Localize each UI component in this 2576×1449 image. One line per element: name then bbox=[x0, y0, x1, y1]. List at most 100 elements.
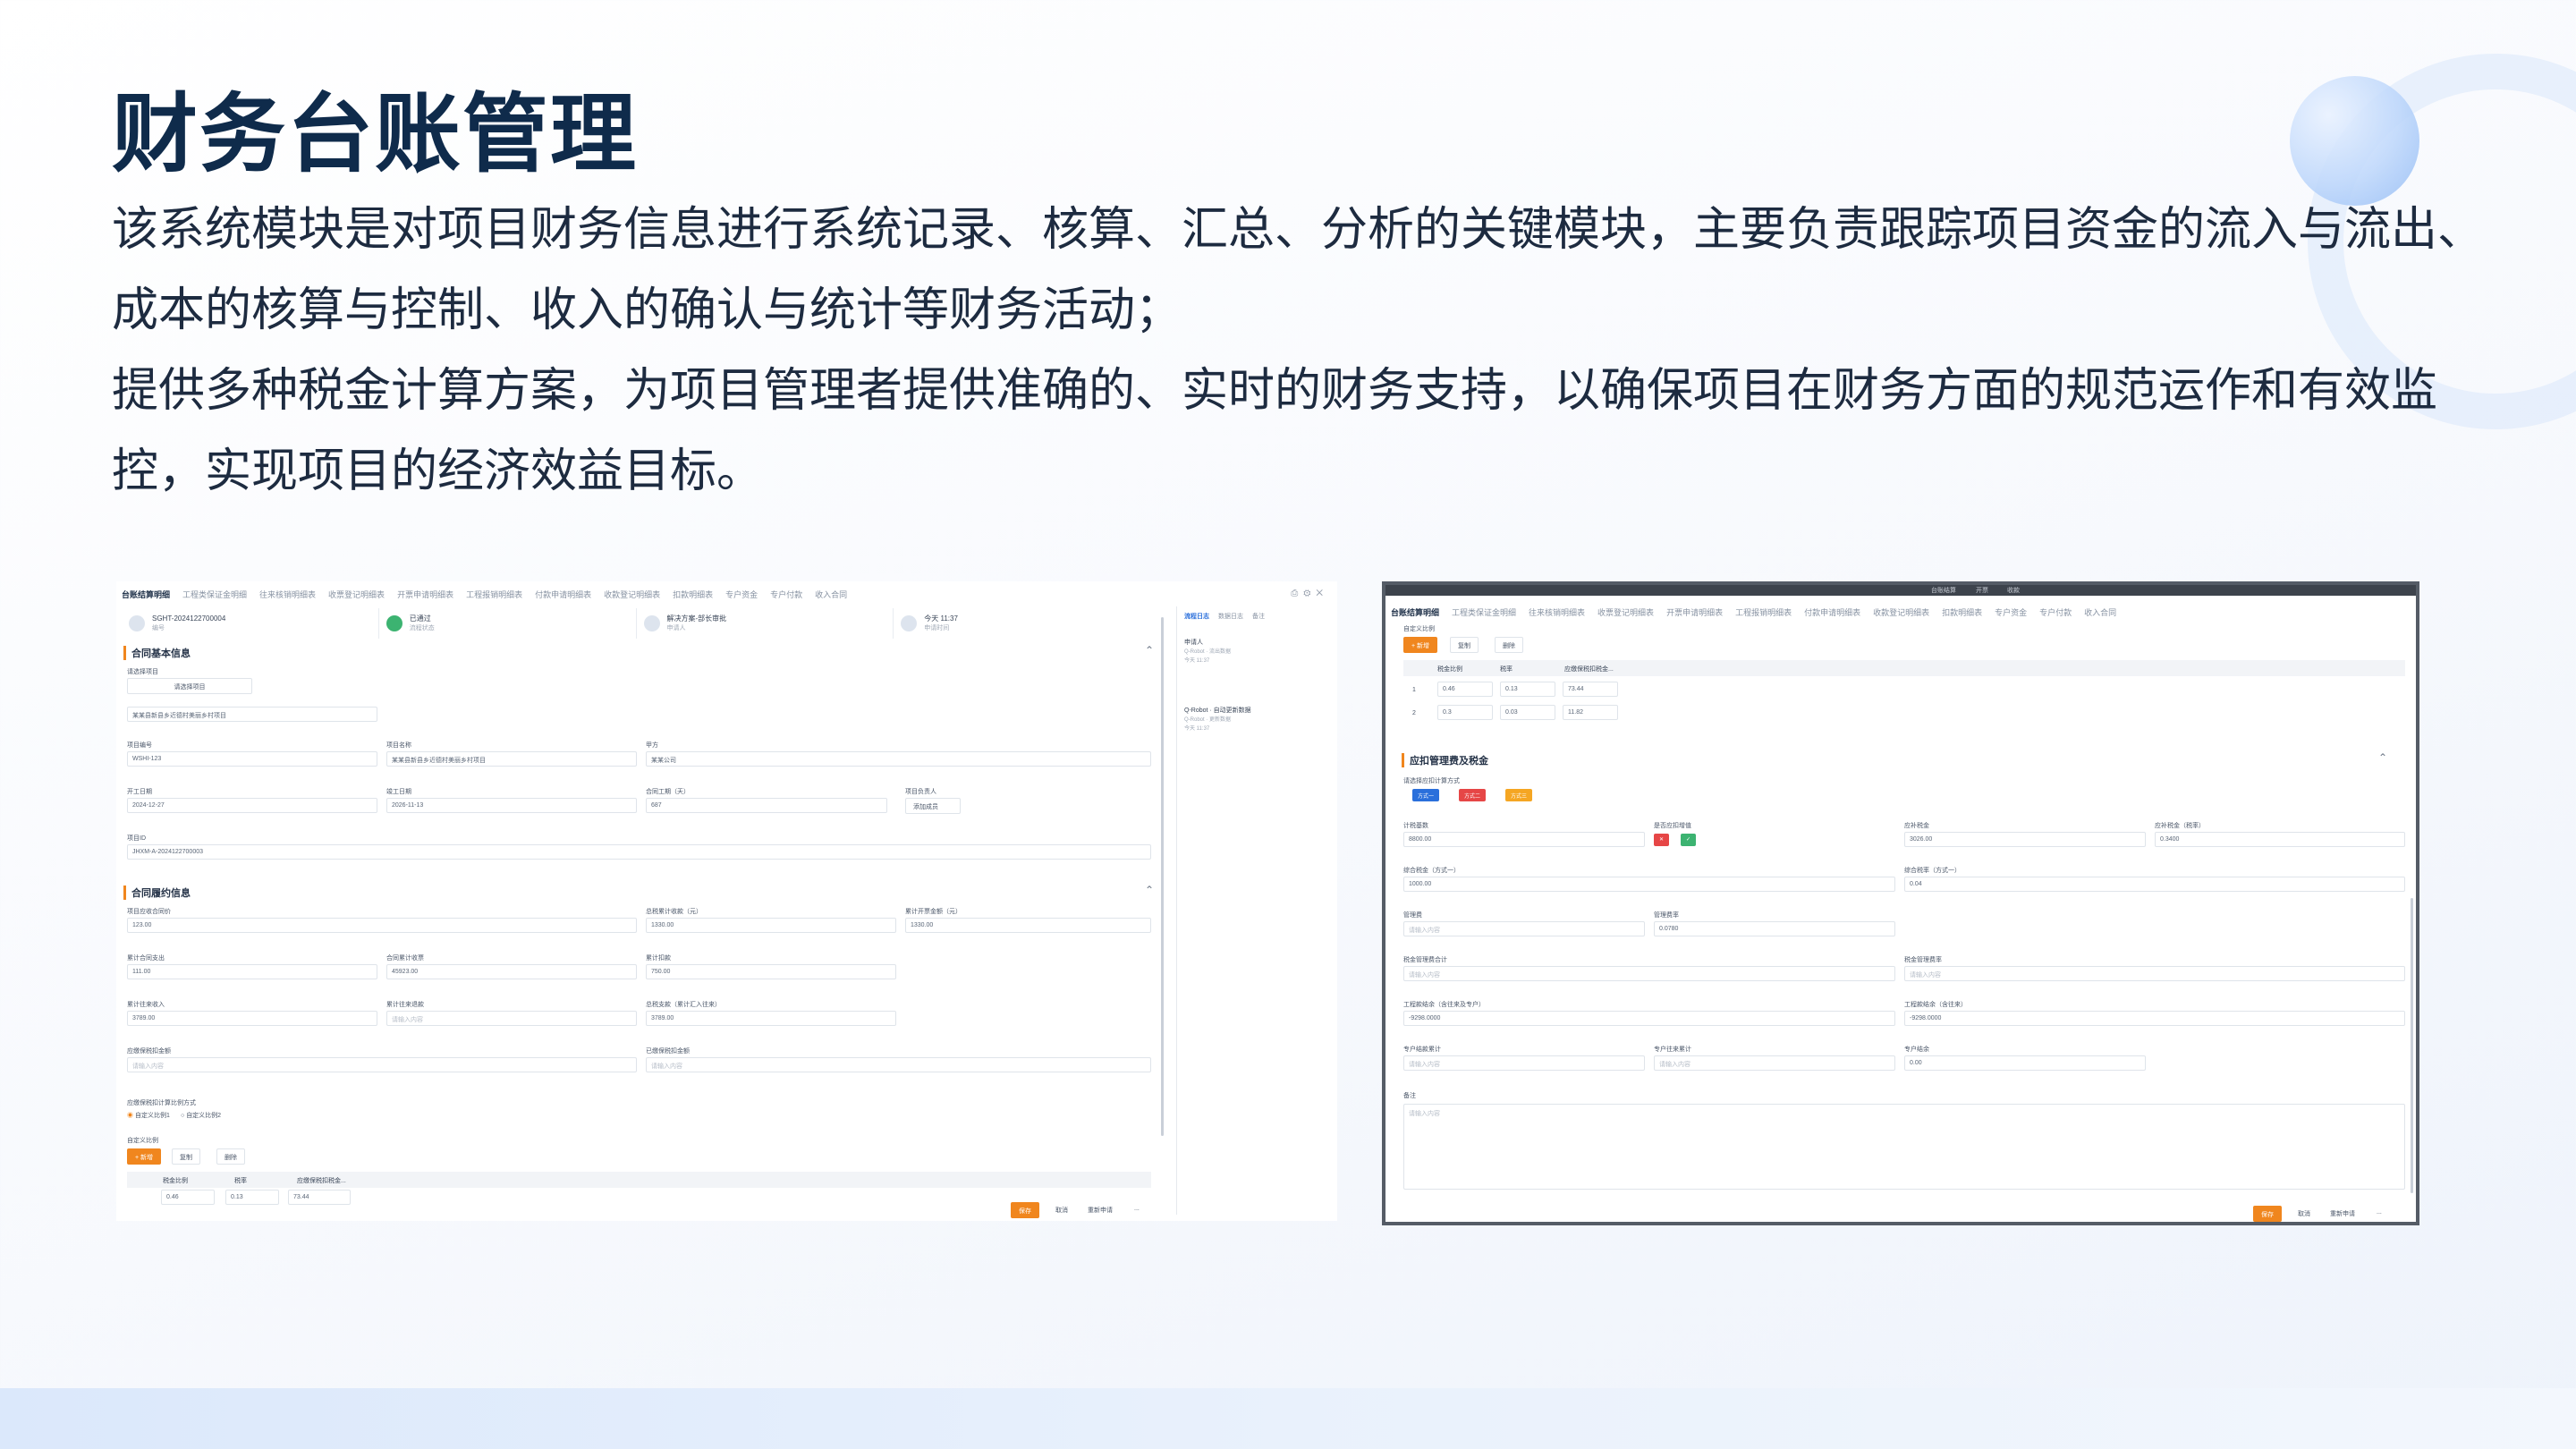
table-cell-rate[interactable]: 0.13 bbox=[225, 1190, 279, 1205]
income-field[interactable]: 3789.00 bbox=[127, 1011, 377, 1026]
left-tab[interactable]: 台账结算明细 bbox=[122, 589, 170, 605]
table-cell-amount[interactable]: 73.44 bbox=[288, 1190, 351, 1205]
end-date-field[interactable]: 2026-11-13 bbox=[386, 798, 637, 813]
deduct-field[interactable]: 750.00 bbox=[646, 964, 896, 979]
left-tab[interactable]: 专户资金 bbox=[725, 589, 758, 605]
add-member-button[interactable]: 添加成员 bbox=[905, 798, 961, 814]
right-tab[interactable]: 扣款明细表 bbox=[1942, 606, 1982, 623]
copy-button[interactable]: 复制 bbox=[1450, 637, 1479, 653]
field-input[interactable]: 0.00 bbox=[1904, 1055, 2146, 1071]
top-tab[interactable]: 开票 bbox=[1976, 586, 1988, 595]
right-tab[interactable]: 专户资金 bbox=[1995, 606, 2027, 623]
field-input[interactable]: 请输入内容 bbox=[1904, 966, 2405, 981]
select-project-button[interactable]: 请选择项目 bbox=[127, 678, 252, 694]
right-tab[interactable]: 开票申请明细表 bbox=[1666, 606, 1723, 623]
top-tab[interactable]: 收款 bbox=[2007, 586, 2020, 595]
left-tab[interactable]: 往来核销明细表 bbox=[259, 589, 316, 605]
cumulative-field[interactable]: 1330.00 bbox=[905, 918, 1151, 933]
right-tab[interactable]: 收款登记明细表 bbox=[1873, 606, 1929, 623]
table-cell-rate[interactable]: 0.03 bbox=[1500, 705, 1555, 720]
save-button[interactable]: 保存 bbox=[2253, 1206, 2282, 1222]
field-input[interactable]: 请输入内容 bbox=[1403, 966, 1895, 981]
toggle-no[interactable]: ✕ bbox=[1654, 834, 1670, 846]
party-a-field[interactable]: 某某公司 bbox=[646, 751, 1151, 767]
method-tag[interactable]: 方式一 bbox=[1412, 789, 1440, 801]
project-desc-field[interactable]: 某某县新县乡近德村美丽乡村项目 bbox=[127, 707, 377, 722]
add-button[interactable]: + 新增 bbox=[127, 1148, 162, 1165]
table-cell-ratio[interactable]: 0.46 bbox=[1437, 682, 1493, 697]
project-no-field[interactable]: WSHI-123 bbox=[127, 751, 377, 767]
project-id-field[interactable]: JHXM-A-2024122700003 bbox=[127, 844, 1151, 860]
total-field[interactable]: 3789.00 bbox=[646, 1011, 896, 1026]
table-cell-ratio[interactable]: 0.46 bbox=[161, 1190, 215, 1205]
reapply-button[interactable]: 重新申请 bbox=[1080, 1202, 1120, 1218]
cancel-button[interactable]: 取消 bbox=[1048, 1202, 1075, 1218]
field-input[interactable]: -9298.0000 bbox=[1904, 1011, 2405, 1026]
left-tab[interactable]: 扣款明细表 bbox=[673, 589, 713, 605]
table-cell-ratio[interactable]: 0.3 bbox=[1437, 705, 1493, 720]
start-date-field[interactable]: 2024-12-27 bbox=[127, 798, 377, 813]
method-tag[interactable]: 方式三 bbox=[1505, 789, 1533, 801]
invoice-field[interactable]: 1330.00 bbox=[646, 918, 896, 933]
table-cell-amount[interactable]: 11.82 bbox=[1563, 705, 1618, 720]
field-input[interactable]: 请输入内容 bbox=[1403, 921, 1645, 936]
table-cell-amount[interactable]: 73.44 bbox=[1563, 682, 1618, 697]
left-tab[interactable]: 收票登记明细表 bbox=[328, 589, 385, 605]
field-input[interactable]: 3026.00 bbox=[1904, 832, 2146, 847]
field-input[interactable]: 请输入内容 bbox=[1654, 1055, 1895, 1071]
reapply-button[interactable]: 重新申请 bbox=[2323, 1206, 2362, 1222]
add-button[interactable]: + 新增 bbox=[1403, 637, 1438, 653]
contract-amount-field[interactable]: 123.00 bbox=[127, 918, 637, 933]
right-tab[interactable]: 往来核销明细表 bbox=[1529, 606, 1585, 623]
field-input[interactable]: 0.0780 bbox=[1654, 921, 1895, 936]
method-tag[interactable]: 方式二 bbox=[1459, 789, 1487, 801]
project-name-field[interactable]: 某某县新县乡近德村美丽乡村项目 bbox=[386, 751, 637, 767]
field-input[interactable]: 8800.00 bbox=[1403, 832, 1645, 847]
right-tab[interactable]: 收票登记明细表 bbox=[1597, 606, 1654, 623]
top-tab[interactable]: 台账结算 bbox=[1931, 586, 1956, 595]
copy-button[interactable]: 复制 bbox=[172, 1148, 200, 1165]
method-radio-1[interactable]: ◉ 自定义比例1 bbox=[127, 1111, 170, 1120]
left-tab[interactable]: 开票申请明细表 bbox=[397, 589, 453, 605]
paid-field[interactable]: 请输入内容 bbox=[646, 1057, 1151, 1072]
toggle-yes[interactable]: ✓ bbox=[1681, 834, 1697, 846]
cancel-button[interactable]: 取消 bbox=[2291, 1206, 2318, 1222]
right-tab[interactable]: 工程类保证金明细 bbox=[1452, 606, 1516, 623]
settings-icon[interactable]: ⚙ bbox=[1303, 589, 1316, 598]
method-radio-2[interactable]: ○ 自定义比例2 bbox=[181, 1111, 221, 1120]
tax-field[interactable]: 45923.00 bbox=[386, 964, 637, 979]
right-tab[interactable]: 台账结算明细 bbox=[1391, 606, 1439, 623]
left-tab[interactable]: 专户付款 bbox=[770, 589, 802, 605]
right-tab[interactable]: 工程报销明细表 bbox=[1735, 606, 1792, 623]
field-input[interactable]: 1000.00 bbox=[1403, 877, 1895, 892]
field-input[interactable]: 请输入内容 bbox=[1403, 1055, 1645, 1071]
delete-button[interactable]: 删除 bbox=[216, 1148, 245, 1165]
right-tab[interactable]: 收入合同 bbox=[2084, 606, 2116, 623]
side-tab[interactable]: 备注 bbox=[1252, 612, 1265, 621]
close-icon[interactable]: ✕ bbox=[1316, 589, 1328, 598]
field-input[interactable]: 0.3400 bbox=[2155, 832, 2405, 847]
back-field[interactable]: 请输入内容 bbox=[386, 1011, 637, 1026]
more-button[interactable]: ... bbox=[1127, 1202, 1147, 1218]
payout-field[interactable]: 111.00 bbox=[127, 964, 377, 979]
print-icon[interactable]: ⎙ bbox=[1291, 589, 1303, 598]
right-tab[interactable]: 付款申请明细表 bbox=[1804, 606, 1860, 623]
scrollbar[interactable] bbox=[1161, 617, 1164, 1136]
right-tab[interactable]: 专户付款 bbox=[2039, 606, 2072, 623]
scrollbar[interactable] bbox=[2411, 898, 2413, 1193]
chevron-up-icon[interactable]: ⌃ bbox=[1145, 884, 1154, 896]
period-field[interactable]: 687 bbox=[646, 798, 887, 813]
more-button[interactable]: ... bbox=[2369, 1206, 2389, 1222]
save-button[interactable]: 保存 bbox=[1011, 1202, 1039, 1218]
left-tab[interactable]: 工程类保证金明细 bbox=[182, 589, 247, 605]
deposit-field[interactable]: 请输入内容 bbox=[127, 1057, 637, 1072]
chevron-up-icon[interactable]: ⌃ bbox=[2378, 751, 2387, 764]
delete-button[interactable]: 删除 bbox=[1495, 637, 1523, 653]
field-input[interactable]: -9298.0000 bbox=[1403, 1011, 1895, 1026]
field-input[interactable]: 0.04 bbox=[1904, 877, 2405, 892]
left-tab[interactable]: 收入合同 bbox=[815, 589, 847, 605]
chevron-up-icon[interactable]: ⌃ bbox=[1145, 644, 1154, 657]
remark-textarea[interactable]: 请输入内容 bbox=[1403, 1104, 2405, 1190]
side-tab[interactable]: 流程日志 bbox=[1184, 612, 1209, 621]
table-cell-rate[interactable]: 0.13 bbox=[1500, 682, 1555, 697]
